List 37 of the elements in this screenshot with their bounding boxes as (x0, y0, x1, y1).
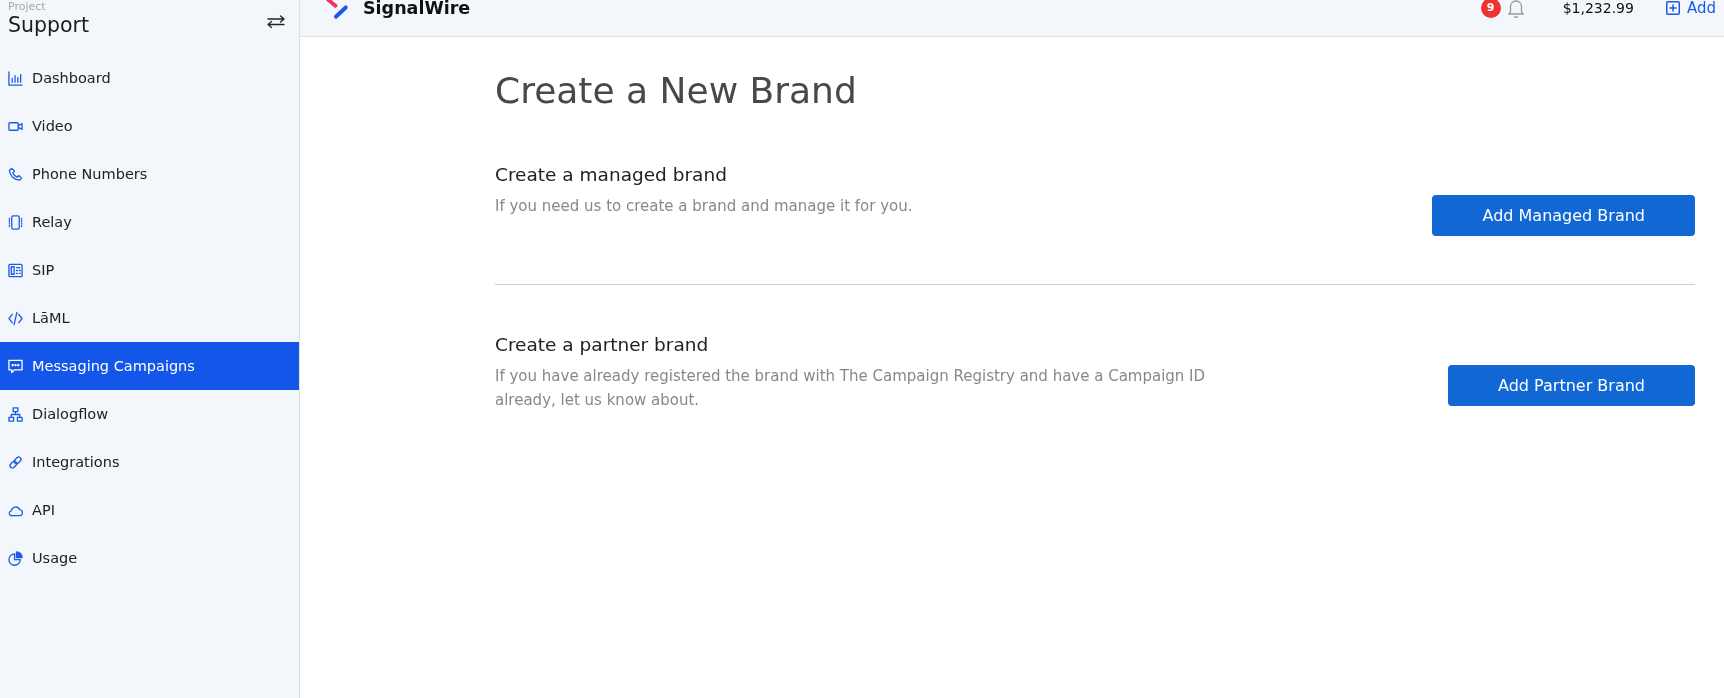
section-heading: Create a partner brand (495, 333, 710, 357)
device-icon (8, 214, 23, 230)
chat-bubble-icon (8, 358, 23, 374)
project-label: Project (8, 0, 46, 13)
desk-phone-icon (8, 262, 23, 278)
page-title: Create a New Brand (495, 69, 858, 113)
code-icon (8, 310, 23, 326)
phone-icon (8, 166, 23, 182)
section-heading: Create a managed brand (495, 163, 728, 187)
link-icon (8, 454, 23, 470)
pie-chart-icon (8, 550, 23, 566)
nav-item[interactable]: Dialogflow (0, 390, 299, 438)
add-link[interactable]: Add (1665, 0, 1716, 17)
nav-item[interactable]: Video (0, 102, 299, 150)
nav-item[interactable]: LāML (0, 294, 299, 342)
nav-item[interactable]: Integrations (0, 438, 299, 486)
nav-item[interactable]: Relay (0, 198, 299, 246)
nav-item[interactable]: Messaging Campaigns (0, 342, 299, 390)
section-description: If you need us to create a brand and manage it for you. (495, 196, 913, 217)
plus-square-icon (1665, 0, 1680, 15)
logo-link[interactable]: SignalWire (325, 0, 471, 20)
add-brand-button[interactable]: Add Managed Brand (1432, 195, 1695, 236)
bar-chart-icon (8, 70, 23, 86)
notification-badge: 9 (1480, 0, 1501, 18)
add-brand-button[interactable]: Add Partner Brand (1448, 365, 1695, 406)
section-description: If you have already registered the brand with The Campaign Registry and have a Campaign ID already, let us know about. (495, 366, 1207, 411)
nav-item[interactable]: Dashboard (0, 54, 299, 102)
project-name: Support (8, 13, 90, 37)
swap-icon[interactable] (267, 14, 285, 28)
nav-item[interactable]: SIP (0, 246, 299, 294)
nav-item[interactable]: Usage (0, 534, 299, 582)
nav-item[interactable]: Phone Numbers (0, 150, 299, 198)
logo-icon (325, 0, 349, 20)
nav-item[interactable]: API (0, 486, 299, 534)
bell-icon[interactable] (1506, 0, 1525, 18)
account-balance: $1,232.99 (1562, 0, 1634, 16)
network-icon (8, 406, 23, 422)
